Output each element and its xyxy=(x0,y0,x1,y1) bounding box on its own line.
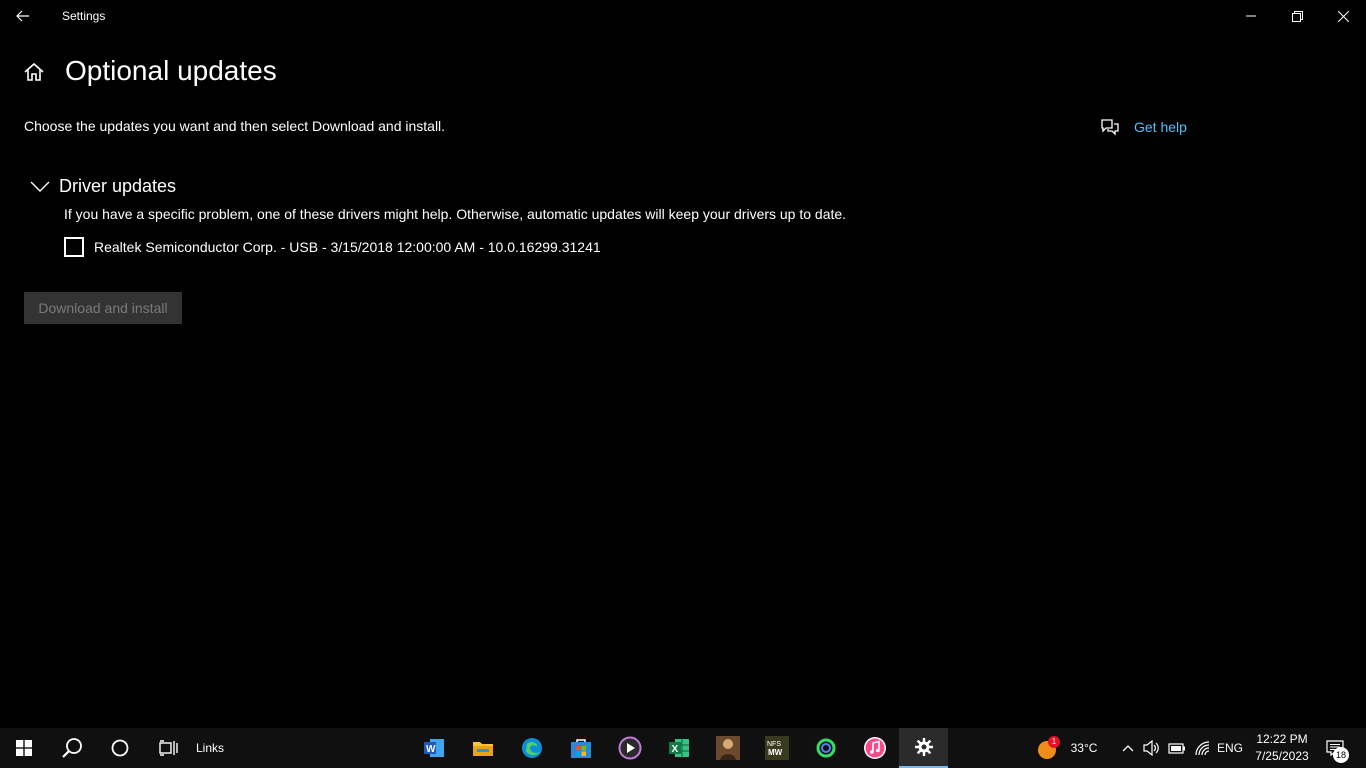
taskbar-app-settings[interactable] xyxy=(899,728,948,768)
get-help-label: Get help xyxy=(1134,119,1187,135)
network-button[interactable] xyxy=(1192,728,1212,768)
search-icon xyxy=(62,738,82,758)
app-icon xyxy=(813,736,838,760)
cortana-button[interactable] xyxy=(96,728,144,768)
get-help-link[interactable]: Get help xyxy=(1100,116,1187,138)
search-button[interactable] xyxy=(48,728,96,768)
chevron-up-icon xyxy=(1122,745,1134,752)
taskbar-app-excel[interactable]: X xyxy=(654,728,703,768)
wifi-icon xyxy=(1195,741,1210,756)
title-bar: Settings xyxy=(0,0,1366,32)
back-arrow-icon xyxy=(16,10,29,22)
itunes-icon xyxy=(863,737,886,759)
svg-text:MW: MW xyxy=(768,748,783,757)
section-description: If you have a specific problem, one of t… xyxy=(64,206,847,222)
clock-time: 12:22 PM xyxy=(1256,732,1308,746)
battery-button[interactable] xyxy=(1166,728,1188,768)
restore-button[interactable] xyxy=(1274,0,1320,32)
taskbar-app-store[interactable] xyxy=(556,728,605,768)
file-explorer-icon xyxy=(472,742,493,756)
media-player-icon xyxy=(618,736,641,760)
show-hidden-icons-button[interactable] xyxy=(1118,728,1138,768)
task-view-icon xyxy=(159,740,178,756)
section-title: Driver updates xyxy=(59,175,177,196)
svg-text:NFS: NFS xyxy=(767,741,781,748)
clock[interactable]: 12:22 PM 7/25/2023 xyxy=(1246,728,1318,768)
home-button[interactable] xyxy=(22,60,46,86)
minimize-icon xyxy=(1246,15,1256,17)
page-title: Optional updates xyxy=(65,55,277,86)
chat-help-icon xyxy=(1101,118,1119,136)
links-toolbar[interactable]: Links xyxy=(196,728,236,768)
taskbar-app-ring[interactable] xyxy=(801,728,850,768)
home-icon xyxy=(24,62,44,81)
speaker-icon xyxy=(1143,740,1159,756)
taskbar-app-edge[interactable] xyxy=(507,728,556,768)
weather-widget[interactable] xyxy=(1034,728,1060,768)
notification-count-badge: 18 xyxy=(1333,747,1349,763)
taskbar: Links W X NFS MW 1 33°C ENG 12:22 PM 7/2… xyxy=(0,728,1366,768)
word-icon: W xyxy=(423,739,444,757)
settings-icon xyxy=(914,738,933,756)
task-view-button[interactable] xyxy=(144,728,192,768)
update-label: Realtek Semiconductor Corp. - USB - 3/15… xyxy=(94,239,601,255)
minimize-button[interactable] xyxy=(1228,0,1274,32)
close-icon xyxy=(1337,10,1349,22)
back-button[interactable] xyxy=(0,0,46,32)
taskbar-app-itunes[interactable] xyxy=(850,728,899,768)
weather-temperature[interactable]: 33°C xyxy=(1064,728,1104,768)
download-install-button[interactable]: Download and install xyxy=(24,292,182,324)
svg-text:X: X xyxy=(671,744,678,755)
taskbar-app-mw-game[interactable]: NFS MW xyxy=(752,728,801,768)
volume-button[interactable] xyxy=(1142,728,1162,768)
language-indicator[interactable]: ENG xyxy=(1214,728,1246,768)
update-checkbox[interactable] xyxy=(64,237,84,257)
weather-alert-badge: 1 xyxy=(1048,736,1060,748)
taskbar-app-word[interactable]: W xyxy=(409,728,458,768)
driver-update-item[interactable]: Realtek Semiconductor Corp. - USB - 3/15… xyxy=(64,237,601,257)
windows-logo-icon xyxy=(16,740,32,756)
app-title: Settings xyxy=(62,9,106,23)
edge-icon xyxy=(521,738,542,758)
taskbar-app-media-player[interactable] xyxy=(605,728,654,768)
taskbar-app-game[interactable] xyxy=(703,728,752,768)
chevron-down-icon xyxy=(30,181,50,192)
taskbar-app-file-explorer[interactable] xyxy=(458,728,507,768)
cortana-icon xyxy=(111,739,129,757)
clock-date: 7/25/2023 xyxy=(1255,749,1309,763)
close-button[interactable] xyxy=(1320,0,1366,32)
store-icon xyxy=(570,739,591,758)
restore-icon xyxy=(1291,10,1303,22)
mw-game-icon: NFSMW xyxy=(764,736,789,760)
excel-icon: X xyxy=(668,739,689,757)
battery-icon xyxy=(1168,743,1185,754)
page-intro: Choose the updates you want and then sel… xyxy=(24,118,446,134)
game-icon xyxy=(715,736,740,760)
driver-updates-expander[interactable]: Driver updates xyxy=(30,174,176,198)
svg-text:W: W xyxy=(426,744,436,755)
start-button[interactable] xyxy=(0,728,48,768)
